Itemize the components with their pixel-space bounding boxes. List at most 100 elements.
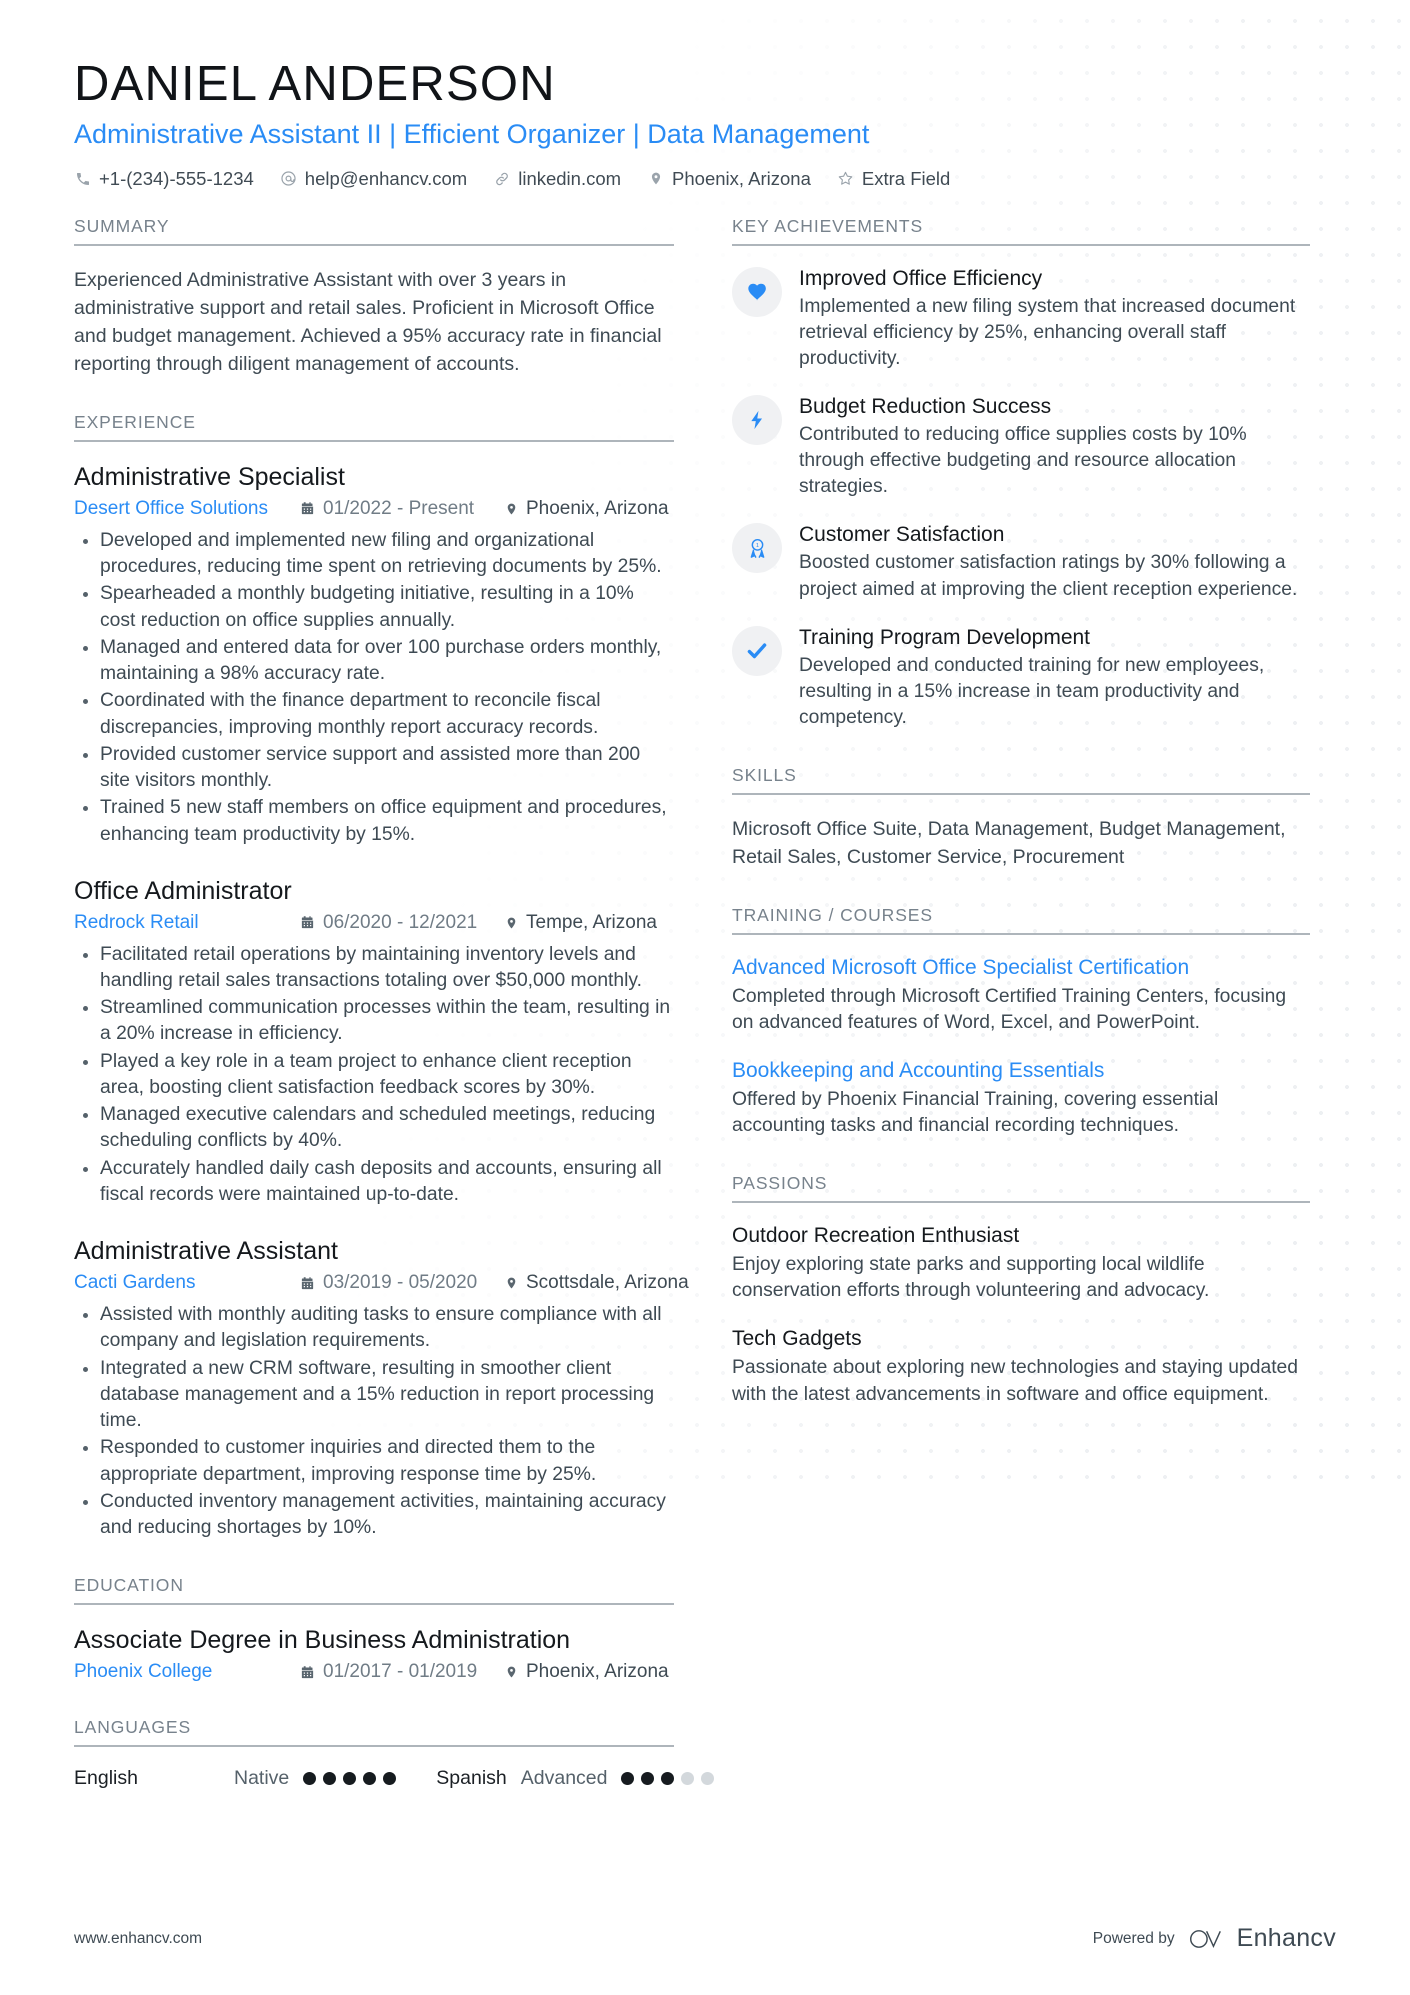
achievement-item: Budget Reduction Success Contributed to …: [732, 394, 1310, 500]
job-bullet: Played a key role in a team project to e…: [74, 1049, 674, 1101]
calendar-icon: [300, 915, 315, 931]
achievement-title: Budget Reduction Success: [799, 394, 1052, 418]
job-bullets: Assisted with monthly auditing tasks to …: [74, 1302, 674, 1541]
education-date: 01/2017 - 01/2019: [300, 1661, 504, 1683]
training-desc: Completed through Microsoft Certified Tr…: [732, 986, 1287, 1034]
section-summary: SUMMARY Experienced Administrative Assis…: [74, 216, 674, 378]
training-title[interactable]: Bookkeeping and Accounting Essentials: [732, 1058, 1310, 1084]
rating-dot-filled: [323, 1772, 337, 1786]
job-location: Tempe, Arizona: [504, 912, 657, 934]
job-bullet: Provided customer service support and as…: [74, 742, 674, 794]
location-pin-icon: [504, 915, 519, 931]
passion-title: Tech Gadgets: [732, 1327, 862, 1351]
job-bullet: Spearheaded a monthly budgeting initiati…: [74, 581, 674, 633]
contact-extra-field[interactable]: Extra Field: [837, 168, 950, 190]
rating-dot-filled: [343, 1772, 357, 1786]
job-company[interactable]: Redrock Retail: [74, 912, 300, 934]
achievement-desc: Contributed to reducing office supplies …: [799, 424, 1247, 498]
experience-section-title: EXPERIENCE: [74, 412, 674, 442]
page-footer: www.enhancv.com Powered by Enhancv: [74, 1924, 1336, 1953]
rating-dot-filled: [641, 1772, 655, 1786]
contact-phone[interactable]: +1-(234)-555-1234: [74, 168, 254, 190]
job-meta: Desert Office Solutions 01/2022 - Presen…: [74, 498, 674, 520]
rating-dot-empty: [681, 1772, 695, 1786]
job-title: Office Administrator: [74, 876, 292, 905]
star-icon: [837, 170, 854, 187]
job-date-text: 06/2020 - 12/2021: [323, 911, 478, 933]
section-key-achievements: KEY ACHIEVEMENTS Improved Office Efficie…: [732, 216, 1310, 731]
training-title[interactable]: Advanced Microsoft Office Specialist Cer…: [732, 955, 1310, 981]
job-date-text: 03/2019 - 05/2020: [323, 1272, 478, 1294]
achievement-item: Improved Office Efficiency Implemented a…: [732, 266, 1310, 372]
job-bullet: Managed executive calendars and schedule…: [74, 1102, 674, 1154]
education-entry: Associate Degree in Business Administrat…: [74, 1625, 674, 1683]
job-bullets: Developed and implemented new filing and…: [74, 528, 674, 848]
section-passions: PASSIONS Outdoor Recreation Enthusiast E…: [732, 1173, 1310, 1407]
language-rating: [621, 1772, 715, 1786]
skills-section-title: SKILLS: [732, 765, 1310, 795]
resume-content: DANIEL ANDERSON Administrative Assistant…: [0, 0, 1410, 1824]
job-location-text: Tempe, Arizona: [526, 911, 657, 933]
contact-link[interactable]: linkedin.com: [493, 168, 621, 190]
job-bullet: Coordinated with the finance department …: [74, 688, 674, 740]
job-bullet: Developed and implemented new filing and…: [74, 528, 674, 580]
contact-extra-field-text: Extra Field: [861, 167, 951, 189]
calendar-icon: [300, 501, 315, 517]
contact-link-text: linkedin.com: [518, 167, 622, 189]
rating-dot-filled: [661, 1772, 675, 1786]
job-company[interactable]: Desert Office Solutions: [74, 498, 300, 520]
resume-page: DANIEL ANDERSON Administrative Assistant…: [0, 0, 1410, 1995]
right-column: KEY ACHIEVEMENTS Improved Office Efficie…: [732, 216, 1310, 1442]
achievements-section-title: KEY ACHIEVEMENTS: [732, 216, 1310, 246]
degree-title: Associate Degree in Business Administrat…: [74, 1626, 571, 1655]
contact-email[interactable]: help@enhancv.com: [280, 168, 467, 190]
language-rating: [303, 1772, 397, 1786]
contact-phone-text: +1-(234)-555-1234: [99, 167, 254, 189]
job-meta: Cacti Gardens 03/2019 - 05/2020 Scottsda…: [74, 1272, 689, 1294]
contact-location-text: Phoenix, Arizona: [672, 167, 811, 189]
job-bullet: Responded to customer inquiries and dire…: [74, 1435, 674, 1487]
location-pin-icon: [504, 1664, 519, 1680]
language-level: Advanced: [520, 1767, 608, 1790]
calendar-icon: [300, 1275, 315, 1291]
section-training-courses: TRAINING / COURSES Advanced Microsoft Of…: [732, 905, 1310, 1139]
job-company[interactable]: Cacti Gardens: [74, 1272, 300, 1294]
summary-section-title: SUMMARY: [74, 216, 674, 246]
phone-icon: [74, 170, 91, 187]
calendar-icon: [300, 1664, 315, 1680]
experience-entry: Administrative Specialist Desert Office …: [74, 462, 674, 848]
job-location-text: Scottsdale, Arizona: [526, 1272, 689, 1294]
link-icon: [493, 170, 510, 187]
lightning-bolt-icon: [732, 394, 782, 445]
job-bullet: Streamlined communication processes with…: [74, 995, 674, 1047]
candidate-name: DANIEL ANDERSON: [74, 57, 556, 111]
contact-location[interactable]: Phoenix, Arizona: [647, 168, 811, 190]
passion-item: Tech Gadgets Passionate about exploring …: [732, 1326, 1310, 1407]
passions-section-title: PASSIONS: [732, 1173, 1310, 1204]
language-name: Spanish: [436, 1767, 507, 1790]
section-skills: SKILLS Microsoft Office Suite, Data Mana…: [732, 765, 1310, 871]
language-name: English: [74, 1767, 138, 1790]
footer-url[interactable]: www.enhancv.com: [74, 1930, 202, 1948]
achievement-item: Training Program Development Developed a…: [732, 625, 1310, 731]
education-location: Phoenix, Arizona: [504, 1661, 669, 1683]
job-bullet: Conducted inventory management activitie…: [74, 1489, 674, 1541]
section-education: EDUCATION Associate Degree in Business A…: [74, 1575, 674, 1683]
school-name[interactable]: Phoenix College: [74, 1661, 300, 1683]
languages-row: English Native Spanish Advanced: [74, 1767, 715, 1790]
language-level: Native: [234, 1767, 290, 1790]
achievement-body: Training Program Development Developed a…: [799, 625, 1310, 731]
education-meta: Phoenix College 01/2017 - 01/2019 Phoeni…: [74, 1661, 674, 1683]
resume-header: DANIEL ANDERSON Administrative Assistant…: [74, 57, 1336, 190]
experience-entry: Office Administrator Redrock Retail 06/2…: [74, 876, 674, 1208]
training-section-title: TRAINING / COURSES: [732, 905, 1310, 936]
rating-dot-filled: [383, 1772, 397, 1786]
achievement-title: Training Program Development: [799, 625, 1091, 649]
job-bullet: Facilitated retail operations by maintai…: [74, 942, 674, 994]
passion-item: Outdoor Recreation Enthusiast Enjoy expl…: [732, 1223, 1310, 1304]
email-icon: [280, 170, 297, 187]
job-date: 01/2022 - Present: [300, 498, 504, 520]
heart-icon: [732, 266, 782, 317]
svg-text:1: 1: [755, 543, 758, 549]
achievement-desc: Boosted customer satisfaction ratings by…: [799, 552, 1298, 600]
